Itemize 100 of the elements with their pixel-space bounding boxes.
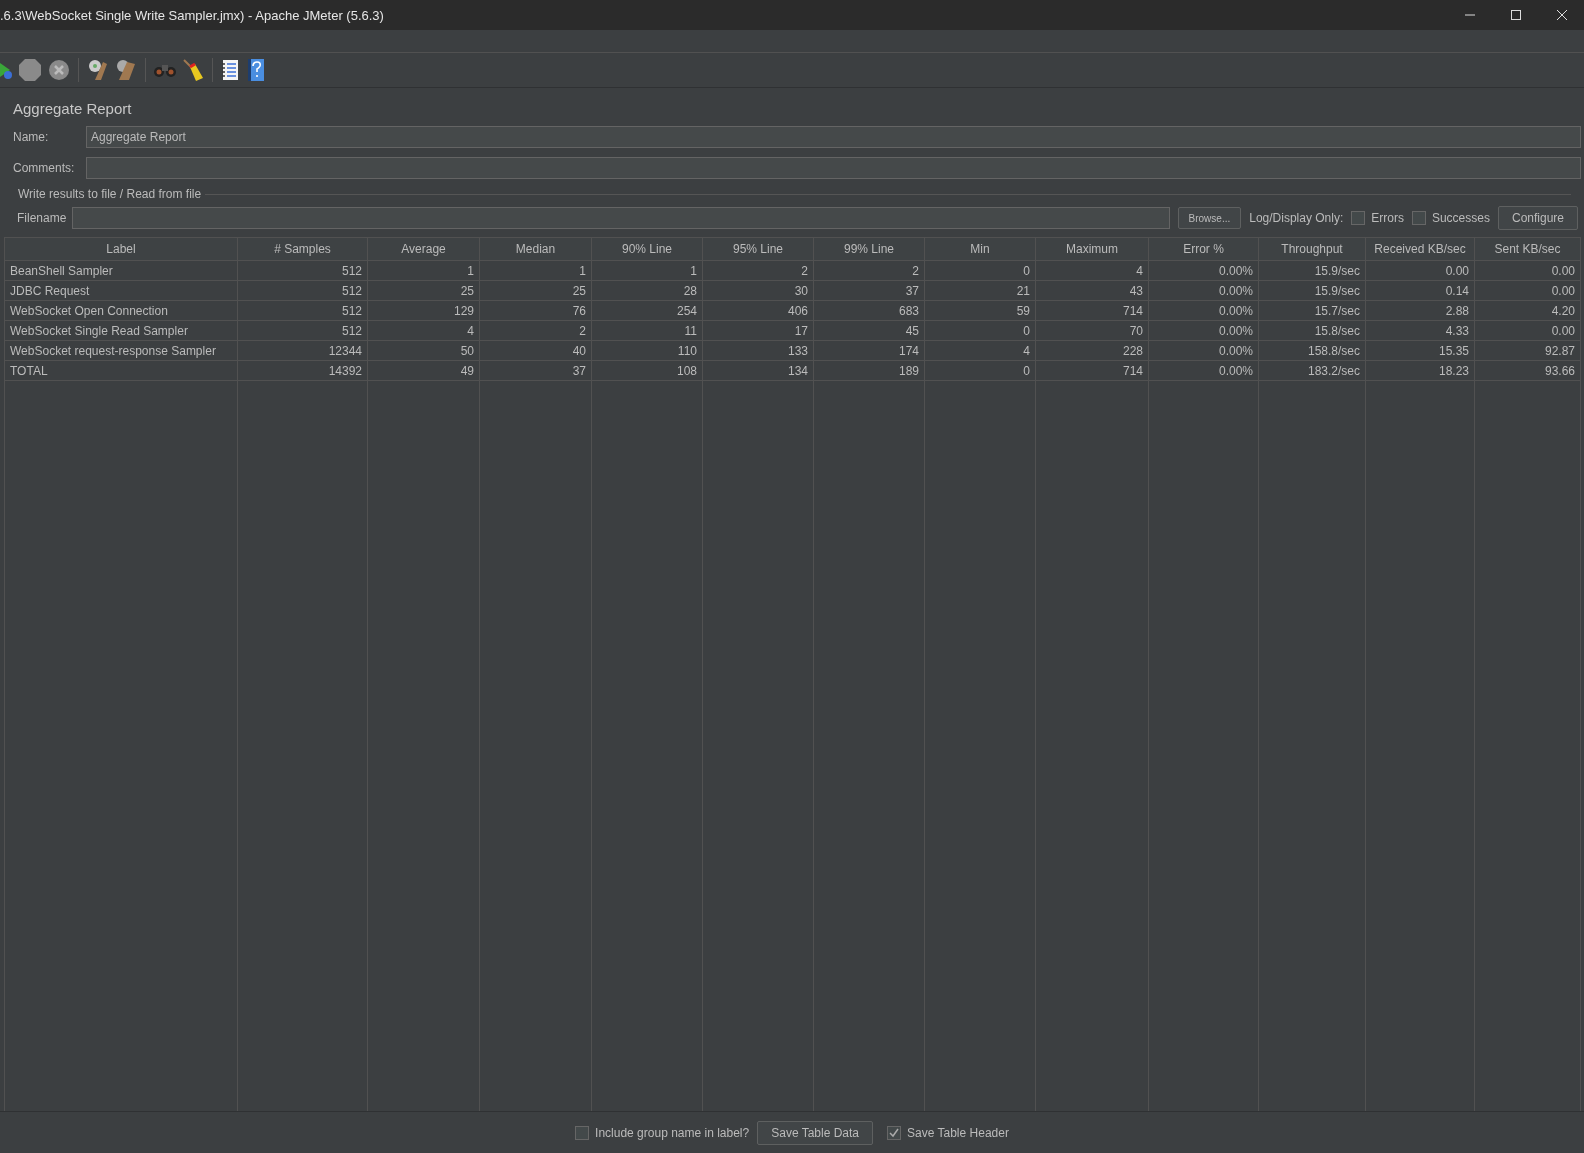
table-cell: WebSocket Single Read Sampler [5, 321, 238, 341]
column-header[interactable]: 95% Line [703, 238, 814, 261]
table-cell: 406 [703, 301, 814, 321]
table-cell: 15.9/sec [1259, 281, 1366, 301]
table-cell: 70 [1036, 321, 1149, 341]
table-cell: 25 [368, 281, 480, 301]
gear-broom-icon[interactable] [115, 58, 137, 82]
table-cell: 0.00% [1149, 361, 1259, 381]
close-icon[interactable] [1556, 9, 1568, 21]
table-cell: 133 [703, 341, 814, 361]
column-header[interactable]: Sent KB/sec [1475, 238, 1581, 261]
table-cell: 92.87 [1475, 341, 1581, 361]
table-cell: 93.66 [1475, 361, 1581, 381]
table-cell: 15.8/sec [1259, 321, 1366, 341]
browse-button[interactable]: Browse... [1177, 207, 1242, 229]
table-cell: 18.23 [1366, 361, 1475, 381]
binoculars-icon[interactable] [154, 63, 176, 77]
table-cell: 0.00% [1149, 301, 1259, 321]
table-cell: 2 [814, 261, 925, 281]
table-cell: 43 [1036, 281, 1149, 301]
table-cell: 0.00% [1149, 321, 1259, 341]
table-cell: TOTAL [5, 361, 238, 381]
table-cell: 15.35 [1366, 341, 1475, 361]
table-cell: 25 [480, 281, 592, 301]
panel-title: Aggregate Report [12, 99, 133, 119]
table-cell: 2 [703, 261, 814, 281]
table-cell: 228 [1036, 341, 1149, 361]
filter-checkbox[interactable]: Successes [1411, 211, 1490, 225]
table-cell: JDBC Request [5, 281, 238, 301]
table-cell: 134 [703, 361, 814, 381]
table-cell: 45 [814, 321, 925, 341]
filename-label: Filename [17, 211, 67, 225]
table-cell: 59 [925, 301, 1036, 321]
table-cell: 129 [368, 301, 480, 321]
table-cell: 0 [925, 361, 1036, 381]
table-cell: 0 [925, 321, 1036, 341]
column-header[interactable]: Received KB/sec [1366, 238, 1475, 261]
stop-icon[interactable] [18, 58, 42, 82]
table-cell: 37 [814, 281, 925, 301]
table-cell: 174 [814, 341, 925, 361]
table-cell: 28 [592, 281, 703, 301]
table-cell: 4 [1036, 261, 1149, 281]
column-header[interactable]: Error % [1149, 238, 1259, 261]
table-cell: 40 [480, 341, 592, 361]
configure-button[interactable]: Configure [1497, 206, 1578, 230]
save-header-checkbox[interactable]: Save Table Header [887, 1125, 1009, 1140]
filename-field[interactable] [72, 207, 1170, 229]
table-cell: 0.00% [1149, 281, 1259, 301]
column-header[interactable]: 90% Line [592, 238, 703, 261]
table-cell: 4 [368, 321, 480, 341]
table-cell: 512 [238, 301, 368, 321]
column-header[interactable]: Maximum [1036, 238, 1149, 261]
column-header[interactable]: Throughput [1259, 238, 1366, 261]
table-cell: 254 [592, 301, 703, 321]
table-cell: 30 [703, 281, 814, 301]
broom-icon[interactable] [182, 58, 204, 82]
group-label: Write results to file / Read from file [18, 187, 202, 201]
table-cell: 21 [925, 281, 1036, 301]
table-cell: BeanShell Sampler [5, 261, 238, 281]
table-cell: 0 [925, 261, 1036, 281]
comments-field[interactable] [86, 156, 1581, 179]
table-cell: 714 [1036, 301, 1149, 321]
window-title: .6.3\WebSocket Single Write Sampler.jmx) - Apache JMeter (5.6.3) [0, 7, 384, 23]
table-cell: 1 [480, 261, 592, 281]
check-icon [889, 1127, 900, 1138]
table-cell: 0.00 [1366, 261, 1475, 281]
table-cell: 0.00% [1149, 261, 1259, 281]
comments-label: Comments: [13, 160, 76, 175]
table-cell: 0.14 [1366, 281, 1475, 301]
save-table-data-button[interactable]: Save Table Data [757, 1120, 874, 1145]
table-cell: 2 [480, 321, 592, 341]
table-cell: 4.33 [1366, 321, 1475, 341]
column-header[interactable]: Average [368, 238, 480, 261]
table-cell: 0.00 [1475, 281, 1581, 301]
list-icon[interactable] [221, 59, 241, 81]
maximize-icon[interactable] [1510, 9, 1522, 21]
column-header[interactable]: Median [480, 238, 592, 261]
shutdown-icon[interactable] [48, 59, 70, 81]
table-cell: 17 [703, 321, 814, 341]
table-cell: 683 [814, 301, 925, 321]
table-cell: 183.2/sec [1259, 361, 1366, 381]
table-cell: 158.8/sec [1259, 341, 1366, 361]
include-group-checkbox[interactable]: Include group name in label? [575, 1125, 750, 1140]
gear-broom-icon[interactable] [87, 58, 109, 82]
column-header[interactable]: 99% Line [814, 238, 925, 261]
column-header[interactable]: Min [925, 238, 1036, 261]
table-cell: 714 [1036, 361, 1149, 381]
table-cell: 512 [238, 321, 368, 341]
table-cell: 512 [238, 281, 368, 301]
column-header[interactable]: # Samples [238, 238, 368, 261]
table-cell: 76 [480, 301, 592, 321]
table-cell: 4.20 [1475, 301, 1581, 321]
column-header[interactable]: Label [5, 238, 238, 261]
table-cell: 4 [925, 341, 1036, 361]
help-icon[interactable] [247, 58, 265, 82]
name-label: Name: [13, 129, 50, 144]
filter-checkbox[interactable]: Errors [1351, 211, 1404, 225]
name-field[interactable]: Aggregate Report [86, 125, 1581, 148]
table-cell: 14392 [238, 361, 368, 381]
table-cell: 15.7/sec [1259, 301, 1366, 321]
